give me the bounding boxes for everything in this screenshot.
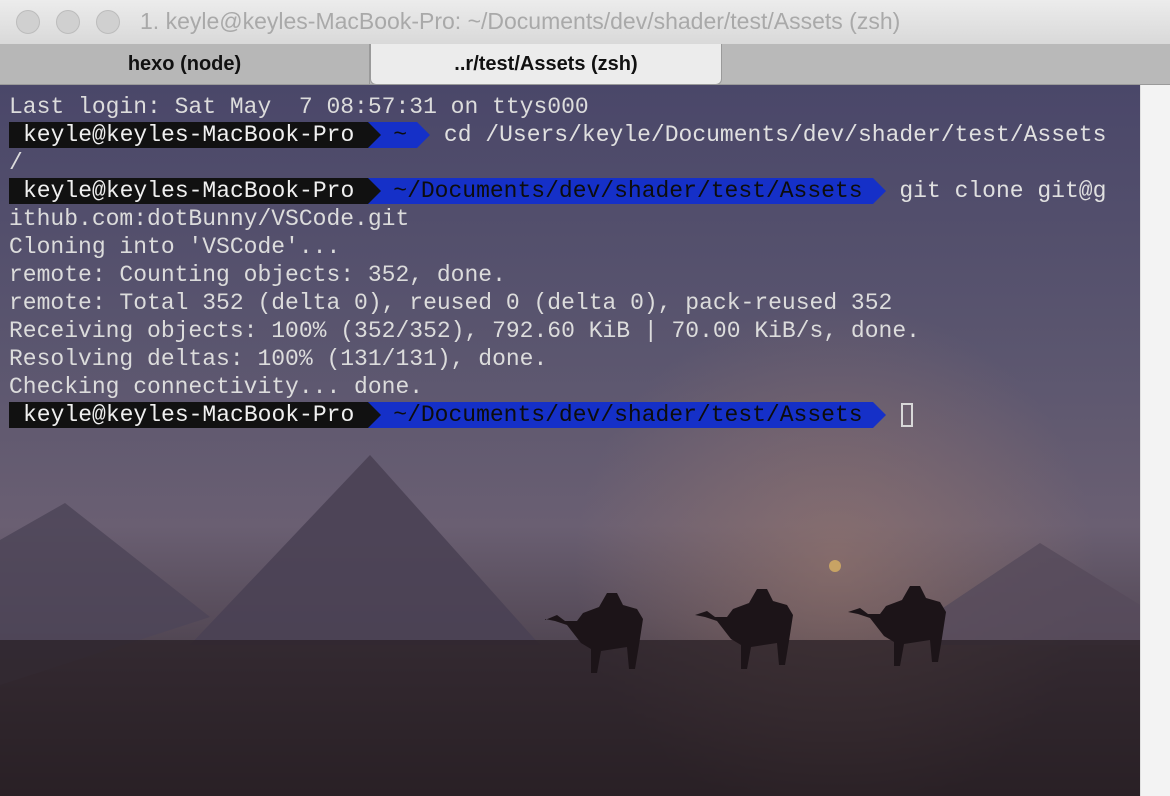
close-button[interactable] xyxy=(16,10,40,34)
terminal-output: Last login: Sat May 7 08:57:31 on ttys00… xyxy=(9,93,1106,429)
prompt-dir-segment: ~/Documents/dev/shader/test/Assets xyxy=(381,178,873,204)
prompt-user-segment: keyle@keyles-MacBook-Pro xyxy=(9,122,369,148)
last-login-line: Last login: Sat May 7 08:57:31 on ttys00… xyxy=(9,94,589,120)
terminal-window: 1. keyle@keyles-MacBook-Pro: ~/Documents… xyxy=(0,0,1170,796)
output-line: Receiving objects: 100% (352/352), 792.6… xyxy=(9,318,920,344)
prompt-line-3: keyle@keyles-MacBook-Pro ~/Documents/dev/… xyxy=(9,401,1106,429)
prompt-dir-segment: ~/Documents/dev/shader/test/Assets xyxy=(381,402,873,428)
output-line: ithub.com:dotBunny/VSCode.git xyxy=(9,206,410,232)
command-text: git clone git@g xyxy=(899,178,1107,204)
prompt-line-2: keyle@keyles-MacBook-Pro ~/Documents/dev/… xyxy=(9,177,1106,205)
minimize-button[interactable] xyxy=(56,10,80,34)
prompt-separator-icon xyxy=(368,178,382,204)
tab-assets[interactable]: ..r/test/Assets (zsh) xyxy=(370,44,722,85)
terminal-pane[interactable]: Last login: Sat May 7 08:57:31 on ttys00… xyxy=(0,85,1140,796)
wrapped-line: / xyxy=(9,150,23,176)
cursor-block xyxy=(901,403,914,427)
output-line: Cloning into 'VSCode'... xyxy=(9,234,341,260)
prompt-line-1: keyle@keyles-MacBook-Pro ~ cd /Users/keyl… xyxy=(9,121,1106,149)
zoom-button[interactable] xyxy=(96,10,120,34)
window-title: 1. keyle@keyles-MacBook-Pro: ~/Documents… xyxy=(140,8,901,34)
output-line: remote: Counting objects: 352, done. xyxy=(9,262,506,288)
prompt-user-segment: keyle@keyles-MacBook-Pro xyxy=(9,402,369,428)
tab-hexo[interactable]: hexo (node) xyxy=(0,44,370,84)
prompt-separator-icon xyxy=(368,402,382,428)
sun xyxy=(829,560,841,572)
prompt-dir-segment: ~ xyxy=(381,122,418,148)
prompt-end-icon xyxy=(417,122,431,148)
title-bar[interactable]: 1. keyle@keyles-MacBook-Pro: ~/Documents… xyxy=(0,0,1170,45)
command-text: cd /Users/keyle/Documents/dev/shader/tes… xyxy=(443,122,1107,148)
prompt-user-segment: keyle@keyles-MacBook-Pro xyxy=(9,178,369,204)
tab-bar: hexo (node) ..r/test/Assets (zsh) xyxy=(0,44,1170,85)
prompt-end-icon xyxy=(872,402,886,428)
scrollbar[interactable] xyxy=(1140,85,1170,796)
prompt-end-icon xyxy=(872,178,886,204)
output-line: Resolving deltas: 100% (131/131), done. xyxy=(9,346,548,372)
prompt-separator-icon xyxy=(368,122,382,148)
output-line: remote: Total 352 (delta 0), reused 0 (d… xyxy=(9,290,893,316)
output-line: Checking connectivity... done. xyxy=(9,374,424,400)
